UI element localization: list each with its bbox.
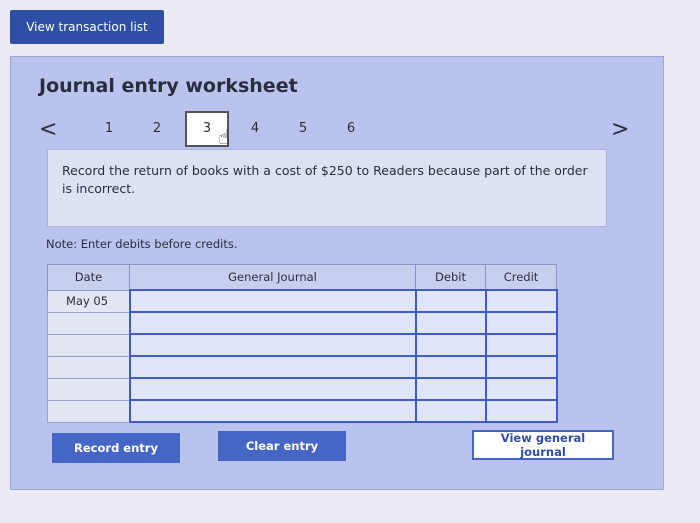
step-6[interactable]: 6 [341,121,361,136]
step-1[interactable]: 1 [99,121,119,136]
account-field[interactable] [128,311,417,335]
account-field[interactable] [128,355,417,379]
general-journal-header: General Journal [129,264,416,291]
account-field[interactable] [128,399,417,423]
table-row [47,333,558,357]
step-5[interactable]: 5 [293,121,313,136]
date-cell [47,333,130,357]
credit-field[interactable] [484,333,558,357]
table-row [47,377,558,401]
step-2[interactable]: 2 [147,121,167,136]
date-header: Date [47,264,130,291]
credit-field[interactable] [484,399,558,423]
view-general-journal-button[interactable]: View general journal [472,430,614,460]
debit-field[interactable] [414,333,487,357]
hand-pointer-icon: ☝ [218,125,231,149]
debit-field[interactable] [414,377,487,401]
account-field[interactable] [128,333,417,357]
debit-field[interactable] [414,311,487,335]
chevron-left-icon[interactable]: < [39,117,57,142]
account-field[interactable] [128,377,417,401]
date-cell: May 05 [47,289,130,313]
credit-field[interactable] [484,311,558,335]
table-header-row: Date General Journal Debit Credit [47,264,557,291]
record-entry-button[interactable]: Record entry [52,433,180,463]
date-cell [47,399,130,423]
view-transaction-list-button[interactable]: View transaction list [10,10,164,44]
clear-entry-button[interactable]: Clear entry [218,431,346,461]
debit-field[interactable] [414,289,487,313]
instruction-text: Record the return of books with a cost o… [62,163,588,196]
journal-table: Date General Journal Debit Credit May 05 [47,264,558,423]
note-text: Note: Enter debits before credits. [46,237,238,251]
step-navigation: < 1 2 3 4 5 6 ☝ > [35,111,629,153]
credit-field[interactable] [484,289,558,313]
credit-field[interactable] [484,377,558,401]
table-row [47,399,558,423]
date-cell [47,377,130,401]
debit-field[interactable] [414,399,487,423]
instruction-box: Record the return of books with a cost o… [47,149,607,227]
date-cell [47,311,130,335]
journal-entry-worksheet-panel: Journal entry worksheet < 1 2 3 4 5 6 ☝ … [10,56,664,490]
table-row [47,355,558,379]
table-row: May 05 [47,289,558,313]
debit-header: Debit [415,264,486,291]
credit-header: Credit [485,264,557,291]
table-row [47,311,558,335]
worksheet-title: Journal entry worksheet [39,75,298,97]
credit-field[interactable] [484,355,558,379]
account-field[interactable] [128,289,417,313]
debit-field[interactable] [414,355,487,379]
date-cell [47,355,130,379]
chevron-right-icon[interactable]: > [611,117,629,142]
step-4[interactable]: 4 [245,121,265,136]
